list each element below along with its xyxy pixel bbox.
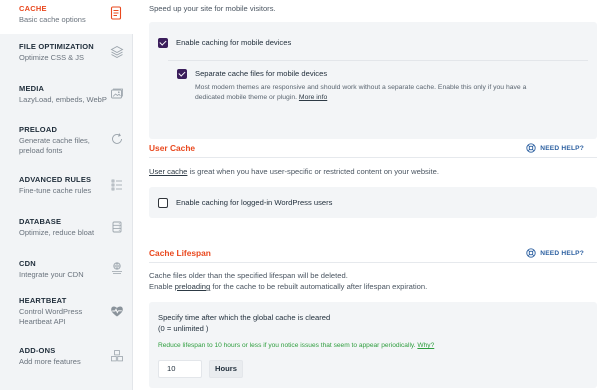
sidebar-item-advanced-rules[interactable]: ADVANCED RULES Fine-tune cache rules [0, 175, 133, 196]
separate-cache-checkbox[interactable] [177, 69, 187, 79]
preloading-link[interactable]: preloading [175, 282, 210, 291]
heart-pulse-icon [110, 304, 124, 318]
separate-cache-label[interactable]: Separate cache files for mobile devices [195, 69, 327, 79]
lifespan-field-label-line-1: Specify time after which the global cach… [158, 313, 331, 322]
description-line-2: dedicated mobile theme or plugin. [195, 94, 298, 101]
addons-icon [110, 349, 124, 363]
lifespan-description-post: for the cache to be rebuilt automaticall… [210, 282, 428, 291]
lifespan-field-label: Specify time after which the global cach… [158, 312, 330, 334]
cdn-icon [110, 261, 124, 275]
refresh-icon [110, 132, 124, 146]
help-label: NEED HELP? [540, 249, 584, 257]
lifespan-field-label-line-2: (0 = unlimited ) [158, 324, 209, 333]
user-cache-link[interactable]: User cache [149, 167, 187, 176]
document-icon [109, 6, 123, 20]
user-cache-title: User Cache [149, 143, 196, 153]
mobile-cache-label[interactable]: Enable caching for mobile devices [176, 38, 291, 48]
mobile-cache-checkbox[interactable] [158, 38, 168, 48]
logged-in-cache-checkbox[interactable] [158, 198, 168, 208]
cache-lifespan-title: Cache Lifespan [149, 248, 211, 258]
sidebar-item-preload[interactable]: PRELOAD Generate cache files, preload fo… [0, 125, 133, 156]
help-label: NEED HELP? [540, 144, 584, 152]
image-icon [110, 87, 124, 101]
user-cache-panel: Enable caching for logged-in WordPress u… [149, 187, 597, 218]
user-cache-description: User cache is great when you have user-s… [149, 166, 439, 177]
lifebuoy-icon [526, 143, 536, 153]
lifespan-help-link[interactable]: NEED HELP? [526, 248, 584, 258]
database-icon [110, 220, 124, 234]
mobile-intro: Speed up your site for mobile visitors. [149, 4, 276, 13]
separate-cache-description: Most modern themes are responsive and sh… [195, 83, 526, 103]
lifespan-unit-label: Hours [209, 360, 243, 378]
lifebuoy-icon [526, 248, 536, 258]
lifespan-hint: Reduce lifespan to 10 hours or less if y… [158, 341, 434, 351]
description-line-1: Most modern themes are responsive and sh… [195, 84, 527, 91]
lifespan-description-pre: Enable [149, 282, 175, 291]
sidebar-item-media[interactable]: MEDIA LazyLoad, embeds, WebP [0, 84, 133, 105]
why-link[interactable]: Why? [417, 342, 434, 349]
sidebar-item-database[interactable]: DATABASE Optimize, reduce bloat [0, 217, 133, 238]
lifespan-hint-text: Reduce lifespan to 10 hours or less if y… [158, 342, 416, 349]
lifespan-panel: Specify time after which the global cach… [149, 302, 597, 388]
list-icon [110, 178, 124, 192]
section-divider [149, 157, 597, 158]
sidebar-item-add-ons[interactable]: ADD-ONS Add more features [0, 346, 133, 367]
logged-in-cache-label[interactable]: Enable caching for logged-in WordPress u… [176, 198, 332, 208]
sidebar-item-cdn[interactable]: CDN Integrate your CDN [0, 259, 133, 280]
lifespan-description-line-1: Cache files older than the specified lif… [149, 271, 348, 280]
lifespan-value-input[interactable]: 10 [158, 360, 202, 378]
section-divider [149, 262, 597, 263]
sidebar: CACHE Basic cache options FILE OPTIMIZAT… [0, 0, 133, 390]
more-info-link[interactable]: More info [299, 94, 327, 101]
layers-icon [110, 45, 124, 59]
sidebar-item-heartbeat[interactable]: HEARTBEAT Control WordPress Heartbeat AP… [0, 296, 133, 327]
lifespan-description: Cache files older than the specified lif… [149, 270, 427, 292]
mobile-cache-panel: Enable caching for mobile devices Separa… [149, 22, 597, 139]
divider [168, 60, 588, 61]
sidebar-item-file-optimization[interactable]: FILE OPTIMIZATION Optimize CSS & JS [0, 42, 133, 63]
user-cache-description-text: is great when you have user-specific or … [187, 167, 439, 176]
main-content: Speed up your site for mobile visitors. … [134, 0, 600, 390]
sidebar-item-cache[interactable]: CACHE Basic cache options [0, 0, 133, 34]
user-cache-help-link[interactable]: NEED HELP? [526, 143, 584, 153]
